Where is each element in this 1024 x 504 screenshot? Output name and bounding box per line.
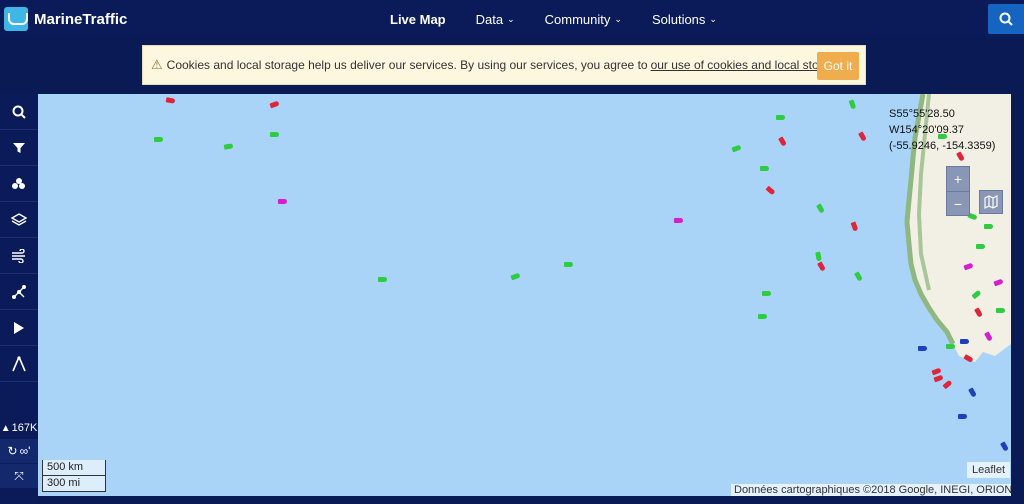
vessel-marker[interactable] [510,272,521,281]
vessel-marker[interactable] [269,100,280,109]
chevron-down-icon: ⌄ [614,13,622,24]
chevron-down-icon: ⌄ [709,13,717,24]
routes-button[interactable] [0,274,38,310]
vessel-marker[interactable] [996,308,1005,313]
ship-logo-icon [4,7,28,31]
vessel-marker[interactable] [815,251,822,262]
zoom-control: + − [946,166,970,216]
vessel-marker[interactable] [760,166,769,171]
layers-icon [11,212,27,226]
nav-community-label: Community [544,11,611,27]
vessel-marker[interactable] [758,314,767,319]
warning-icon: ⚠ [151,57,163,72]
nav-solutions-label: Solutions [651,11,706,27]
map-type-button[interactable] [979,190,1003,214]
scale-mi: 300 mi [42,476,106,492]
playback-button[interactable] [0,310,38,346]
right-edge [1011,94,1024,504]
search-tool-button[interactable] [0,94,38,130]
vessel-marker[interactable] [223,143,234,150]
vessel-marker[interactable] [960,339,969,344]
bottom-edge [38,496,1011,504]
vessel-marker[interactable] [762,291,771,296]
vessel-marker[interactable] [854,271,863,282]
ship-count-value: 167K [11,422,38,434]
vessel-marker[interactable] [850,221,859,232]
got-it-button[interactable]: Got it [817,52,859,80]
fullscreen-icon: ⤧ [14,468,24,483]
vessel-marker[interactable] [564,262,573,267]
top-navigation-bar: MarineTraffic Live Map Data ⌄ Community ⌄ … [0,0,1024,38]
search-icon [999,12,1013,26]
vessel-marker[interactable] [154,137,163,142]
brand-name: MarineTraffic [34,10,128,28]
marinetraffic-logo[interactable]: MarineTraffic [4,6,127,32]
vessel-marker[interactable] [958,414,967,419]
cookie-text: Cookies and local storage help us delive… [166,58,648,72]
vessel-marker[interactable] [918,346,927,351]
map-attribution: Données cartographiques ©2018 Google, IN… [731,484,1011,496]
infinity-label: ∞' [19,444,31,458]
decimal-coordinates: (-55.9246, -154.3359) [889,140,996,152]
map-icon [984,195,998,209]
weather-button[interactable] [0,238,38,274]
ship-count: ▲ 167K [0,418,38,438]
vessel-marker[interactable] [848,99,857,110]
search-icon [12,105,26,119]
ship-count-icon: ▲ [0,422,11,434]
filter-button[interactable] [0,130,38,166]
longitude-dms: W154°20'09.37 [889,124,964,136]
fullscreen-button[interactable]: ⤧ [0,464,38,488]
south-america-coastline [904,94,1011,362]
main-nav: Live Map Data ⌄ Community ⌄ Solutions ⌄ [390,0,747,38]
vessel-marker[interactable] [817,261,826,272]
infinity-toggle[interactable]: ↻ ∞' [0,439,38,463]
vessel-marker[interactable] [165,97,176,104]
zoom-in-button[interactable]: + [947,167,969,191]
sidebar-bottom: ▲ 167K ↻ ∞' ⤧ [0,418,38,488]
vessel-marker[interactable] [816,203,825,214]
vessel-marker[interactable] [765,185,776,196]
vessel-marker[interactable] [778,136,787,147]
density-icon [12,177,25,189]
nav-live-map[interactable]: Live Map [390,12,446,27]
search-button[interactable] [988,4,1024,34]
vessel-marker[interactable] [984,224,993,229]
density-button[interactable] [0,166,38,202]
measure-button[interactable] [0,346,38,382]
map-tools-sidebar: ▲ 167K ↻ ∞' ⤧ [0,94,38,504]
layers-button[interactable] [0,202,38,238]
route-icon [12,284,26,299]
map-scale: 500 km 300 mi [42,460,106,492]
latitude-dms: S55°55'28.50 [889,108,955,120]
vessel-marker[interactable] [731,144,742,153]
cookie-policy-link[interactable]: our use of cookies and local storage [651,58,843,72]
filter-icon [13,142,25,153]
measure-icon [12,355,26,371]
refresh-icon: ↻ [7,444,18,458]
cookie-banner: ⚠ Cookies and local storage help us deli… [142,45,866,85]
nav-community[interactable]: Community ⌄ [545,12,622,27]
vessel-marker[interactable] [270,132,279,137]
vessel-marker[interactable] [674,218,683,223]
vessel-marker[interactable] [946,344,955,349]
play-icon [14,321,24,334]
scale-km: 500 km [42,460,106,476]
cursor-coordinates: S55°55'28.50 W154°20'09.37 (-55.9246, -1… [889,106,995,154]
vessel-marker[interactable] [776,115,785,120]
nav-data[interactable]: Data ⌄ [476,12,515,27]
nav-solutions[interactable]: Solutions ⌄ [652,12,717,27]
live-map[interactable]: S55°55'28.50 W154°20'09.37 (-55.9246, -1… [38,94,1011,496]
leaflet-link[interactable]: Leaflet [967,462,1011,478]
vessel-marker[interactable] [976,244,985,249]
nav-data-label: Data [475,11,504,27]
nav-live-map-label: Live Map [390,11,446,27]
zoom-out-button[interactable]: − [947,191,969,215]
vessel-marker[interactable] [278,199,287,204]
wind-icon [12,248,25,263]
vessel-marker[interactable] [378,277,387,282]
chevron-down-icon: ⌄ [507,13,515,24]
